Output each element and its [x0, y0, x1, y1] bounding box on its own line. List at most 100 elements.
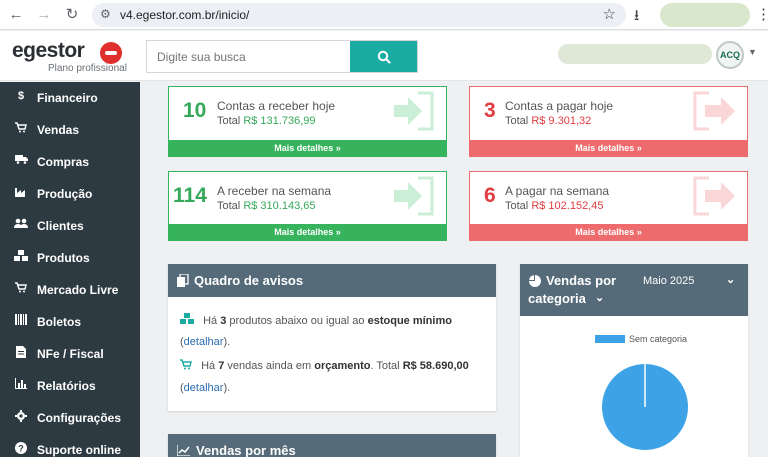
url-text[interactable]: v4.egestor.com.br/inicio/	[120, 8, 249, 22]
paren: ).	[223, 336, 231, 348]
sidebar-item-vendas[interactable]: Vendas	[0, 114, 140, 146]
sidebar-item-label: NFe / Fiscal	[37, 347, 104, 361]
sidebar-item-label: Configurações	[37, 411, 122, 425]
card-total: Total R$ 9.301,32	[505, 115, 591, 127]
sidebar-item-suporte-online[interactable]: ? Suporte online	[0, 434, 140, 457]
aviso-count: 7	[218, 360, 225, 372]
cubes-icon	[14, 250, 28, 265]
vendas-mes-panel: Vendas por mês	[168, 434, 496, 457]
egestor-logo[interactable]: egestor Plano profissional	[12, 39, 134, 75]
detalhar-link[interactable]: detalhar	[184, 382, 224, 394]
panel-header: Quadro de avisos	[168, 264, 496, 297]
users-icon	[14, 218, 28, 232]
forward-arrow-icon[interactable]: →	[34, 5, 54, 25]
sidebar-item-label: Relatórios	[37, 379, 96, 393]
logo-mark-icon	[100, 42, 122, 64]
card-title: A receber na semana	[217, 184, 332, 198]
pie-slices	[602, 364, 688, 450]
sign-out-arrow-icon	[693, 176, 735, 216]
sidebar-item-produtos[interactable]: Produtos	[0, 242, 140, 274]
card-total: Total R$ 102.152,45	[505, 200, 603, 212]
truck-icon	[14, 154, 28, 167]
chevron-double-down-icon[interactable]: ⌄	[595, 291, 604, 304]
cart-icon	[14, 282, 28, 296]
aviso-keyword: estoque mínimo	[367, 315, 452, 327]
mais-detalhes-link[interactable]: Mais detalhes »	[470, 140, 747, 156]
cart-icon	[14, 122, 28, 136]
sidebar-item-label: Compras	[37, 155, 90, 169]
sidebar-item-boletos[interactable]: Boletos	[0, 306, 140, 338]
aviso-text: Há	[203, 315, 218, 327]
card-total: Total R$ 310.143,65	[217, 200, 315, 212]
browser-profile-pill[interactable]	[660, 3, 750, 27]
aviso-text: Há	[201, 360, 216, 372]
card-amount: R$ 131.736,99	[243, 115, 316, 127]
panel-title-line1: Vendas por	[546, 273, 617, 288]
chevron-down-icon[interactable]: ▼	[748, 47, 757, 57]
avatar[interactable]: ACQ	[716, 41, 744, 69]
sidebar-item-label: Clientes	[37, 219, 84, 233]
sidebar-item-nfe-fiscal[interactable]: NFe / Fiscal	[0, 338, 140, 370]
sidebar-item-financeiro[interactable]: $ Financeiro	[0, 82, 140, 114]
mais-detalhes-link[interactable]: Mais detalhes »	[169, 140, 446, 156]
sidebar-item-producao[interactable]: Produção	[0, 178, 140, 210]
back-arrow-icon[interactable]: ←	[6, 5, 26, 25]
user-name-pill[interactable]	[558, 44, 712, 64]
total-label: Total	[505, 115, 529, 127]
card-total: Total R$ 131.736,99	[217, 115, 315, 127]
search-box	[146, 40, 418, 73]
card-title: A pagar na semana	[505, 184, 610, 198]
address-bar[interactable]: ⚙ v4.egestor.com.br/inicio/ ☆	[92, 3, 626, 27]
card-title: Contas a receber hoje	[217, 99, 336, 113]
browser-toolbar: ← → ↻ ⚙ v4.egestor.com.br/inicio/ ☆ ⭳ ⋮	[0, 0, 768, 30]
card-count: 10	[183, 99, 207, 122]
gear-icon	[14, 410, 28, 425]
reload-icon[interactable]: ↻	[62, 5, 82, 25]
total-label: Total	[217, 200, 241, 212]
chevron-down-icon[interactable]: ⌄	[726, 273, 735, 286]
sidebar-item-compras[interactable]: Compras	[0, 146, 140, 178]
card-receber-semana: 114 A receber na semana Total R$ 310.143…	[168, 171, 447, 241]
aviso-detalhar-line: (detalhar).	[180, 382, 230, 394]
card-receber-hoje: 10 Contas a receber hoje Total R$ 131.73…	[168, 86, 447, 157]
mais-detalhes-link[interactable]: Mais detalhes »	[470, 224, 747, 240]
detalhar-link[interactable]: detalhar	[184, 336, 224, 348]
browser-menu-icon[interactable]: ⋮	[756, 5, 768, 23]
cubes-icon	[180, 313, 197, 327]
sidebar-item-clientes[interactable]: Clientes	[0, 210, 140, 242]
cart-icon	[180, 359, 195, 372]
card-count: 3	[484, 99, 496, 122]
card-count: 6	[484, 184, 496, 207]
card-amount: R$ 310.143,65	[243, 200, 316, 212]
period-select[interactable]: Maio 2025	[643, 275, 694, 287]
search-button[interactable]	[350, 41, 417, 72]
panel-title: Vendas por mês	[196, 443, 296, 457]
mais-detalhes-link[interactable]: Mais detalhes »	[169, 224, 446, 240]
sidebar: $ Financeiro Vendas Compras Produção Cli…	[0, 82, 140, 457]
panel-header: Vendas por mês	[168, 434, 496, 457]
svg-text:?: ?	[18, 444, 24, 454]
card-title: Contas a pagar hoje	[505, 99, 614, 113]
paren: ).	[223, 382, 231, 394]
quadro-avisos-panel: Quadro de avisos Há 3 produtos abaixo ou…	[168, 264, 496, 411]
aviso-orcamento: Há 7 vendas ainda em orçamento. Total R$…	[180, 359, 469, 372]
sidebar-item-configuracoes[interactable]: Configurações	[0, 402, 140, 434]
sidebar-item-label: Vendas	[37, 123, 80, 137]
download-icon[interactable]: ⭳	[634, 5, 639, 30]
copy-icon	[177, 274, 189, 287]
aviso-amount: R$ 58.690,00	[402, 360, 469, 372]
sidebar-item-relatorios[interactable]: Relatórios	[0, 370, 140, 402]
sidebar-item-label: Mercado Livre	[37, 283, 119, 297]
aviso-estoque: Há 3 produtos abaixo ou igual ao estoque…	[180, 313, 452, 327]
sidebar-item-mercado-livre[interactable]: Mercado Livre	[0, 274, 140, 306]
search-input[interactable]	[147, 41, 351, 72]
sign-out-arrow-icon	[693, 91, 735, 131]
sidebar-item-label: Boletos	[37, 315, 82, 329]
site-settings-icon[interactable]: ⚙	[100, 7, 111, 21]
sidebar-item-label: Suporte online	[37, 443, 121, 457]
logo-text: egestor	[12, 39, 85, 62]
bookmark-star-icon[interactable]: ☆	[603, 5, 616, 23]
pie-chart-icon	[529, 275, 541, 287]
sidebar-item-label: Produção	[37, 187, 93, 201]
bar-chart-icon	[14, 378, 28, 392]
